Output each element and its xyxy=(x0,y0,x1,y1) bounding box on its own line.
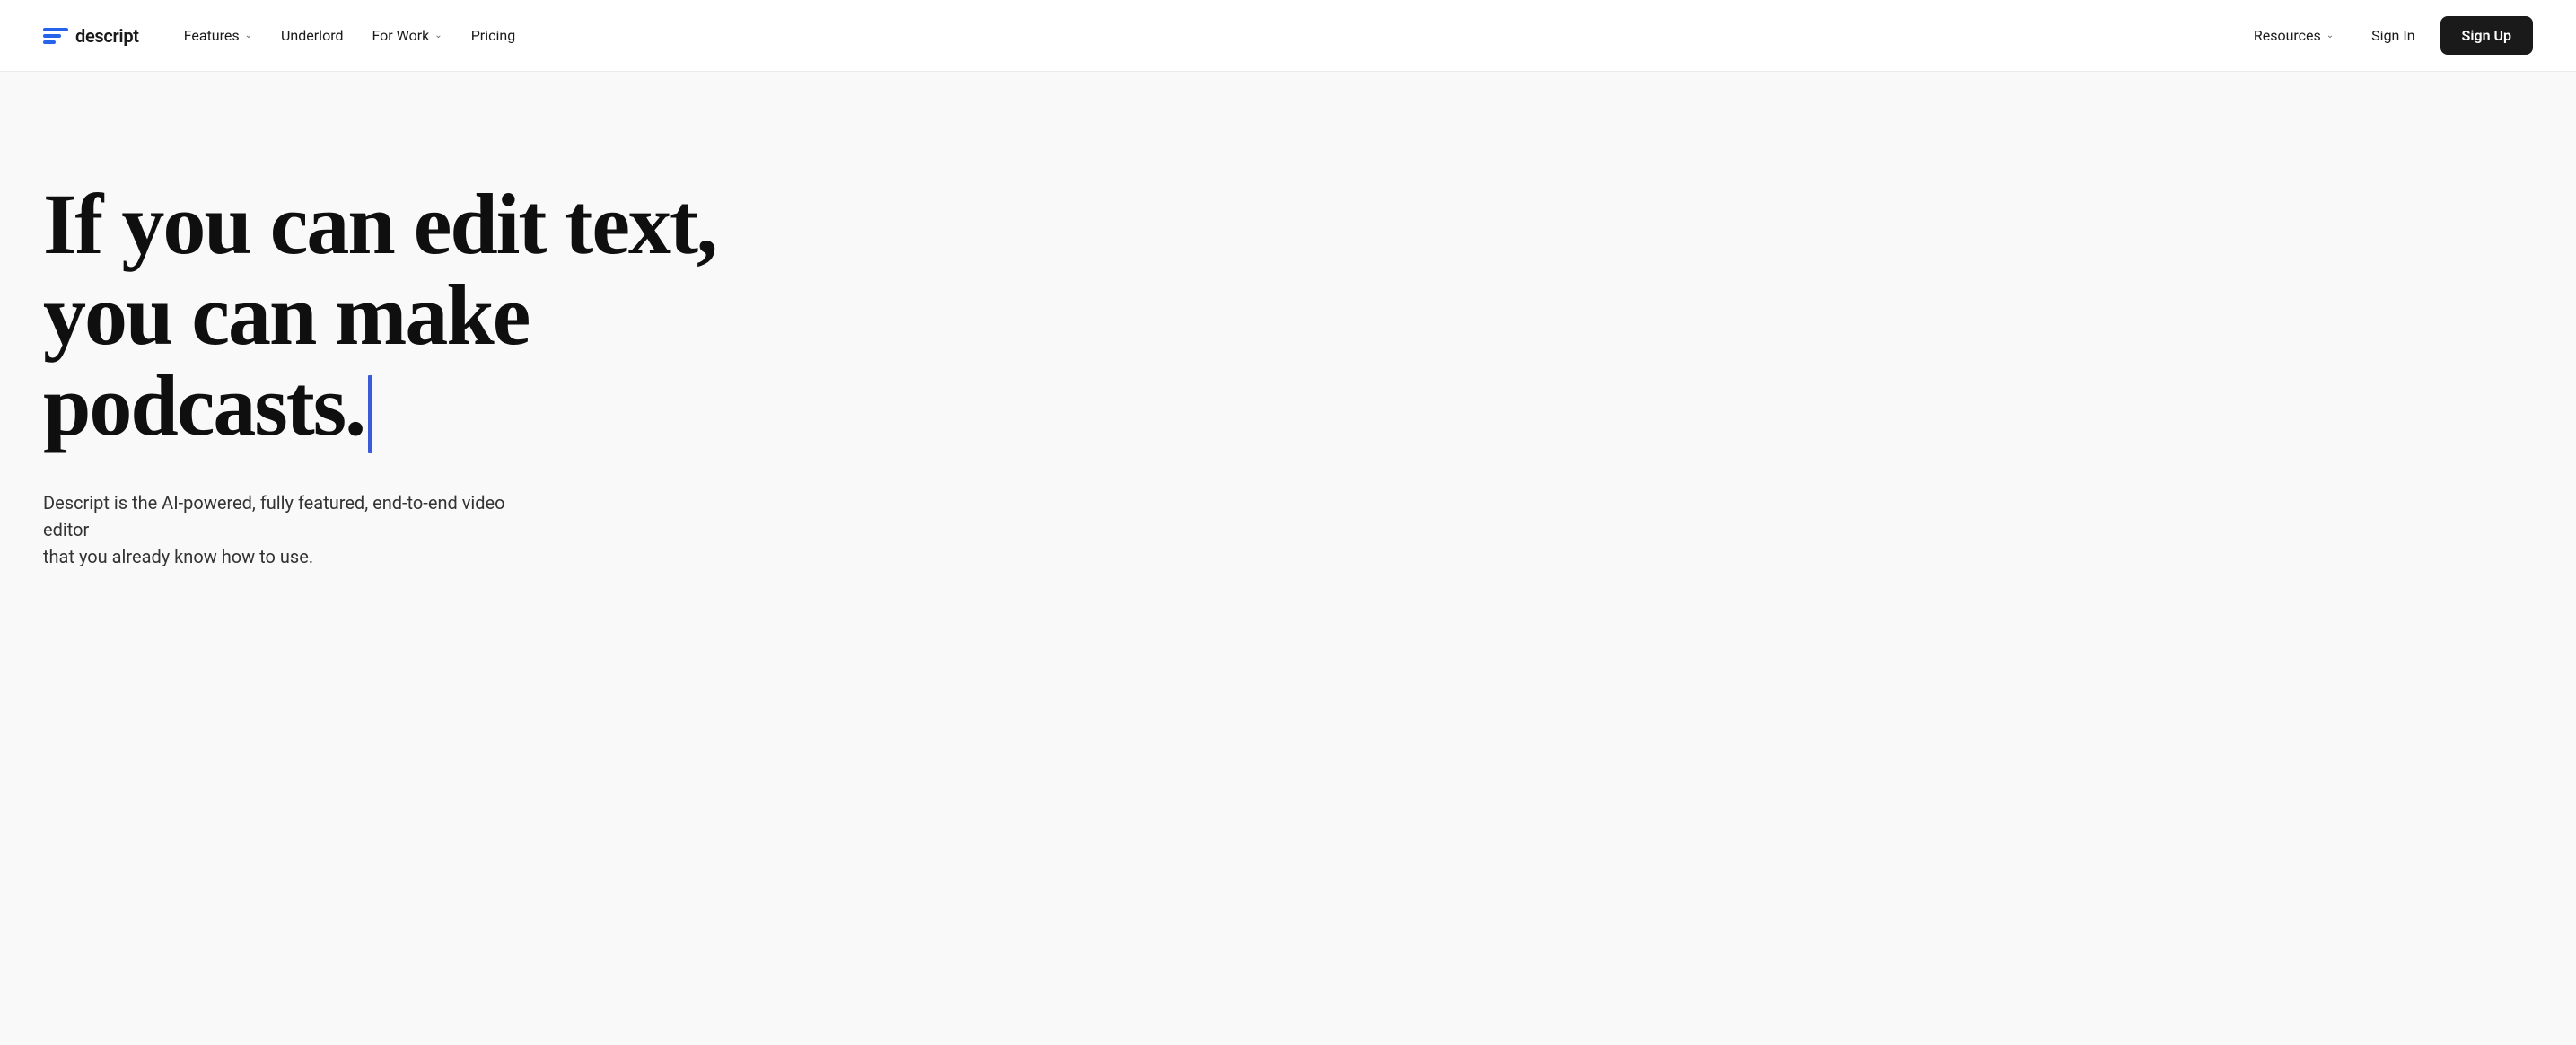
hero-headline-line1: If you can edit text, xyxy=(43,176,716,272)
hero-headline: If you can edit text, you can make podca… xyxy=(43,180,851,453)
nav-for-work[interactable]: For Work ⌄ xyxy=(359,20,454,51)
for-work-chevron-icon: ⌄ xyxy=(434,31,442,40)
hero-section: If you can edit text, you can make podca… xyxy=(0,72,1257,642)
sign-up-button[interactable]: Sign Up xyxy=(2440,16,2533,55)
nav-resources[interactable]: Resources ⌄ xyxy=(2241,20,2346,51)
logo-icon xyxy=(43,28,68,44)
hero-subtitle: Descript is the AI-powered, fully featur… xyxy=(43,489,510,570)
hero-headline-line2: you can make podcasts. xyxy=(43,267,529,453)
main-nav: descript Features ⌄ Underlord For Work ⌄… xyxy=(0,0,2576,72)
features-chevron-icon: ⌄ xyxy=(245,31,252,40)
logo-bar-2 xyxy=(43,34,61,38)
nav-left: descript Features ⌄ Underlord For Work ⌄… xyxy=(43,20,528,51)
resources-chevron-icon: ⌄ xyxy=(2326,31,2334,40)
nav-right: Resources ⌄ Sign In Sign Up xyxy=(2241,16,2533,55)
nav-links: Features ⌄ Underlord For Work ⌄ Pricing xyxy=(171,20,528,51)
nav-pricing[interactable]: Pricing xyxy=(459,20,529,51)
logo-text: descript xyxy=(75,25,139,47)
sign-in-button[interactable]: Sign In xyxy=(2353,18,2432,53)
logo-link[interactable]: descript xyxy=(43,25,139,47)
nav-underlord[interactable]: Underlord xyxy=(268,20,355,51)
cursor-icon xyxy=(368,375,372,452)
logo-bar-1 xyxy=(43,28,68,31)
nav-features[interactable]: Features ⌄ xyxy=(171,20,265,51)
logo-bar-3 xyxy=(43,40,56,44)
